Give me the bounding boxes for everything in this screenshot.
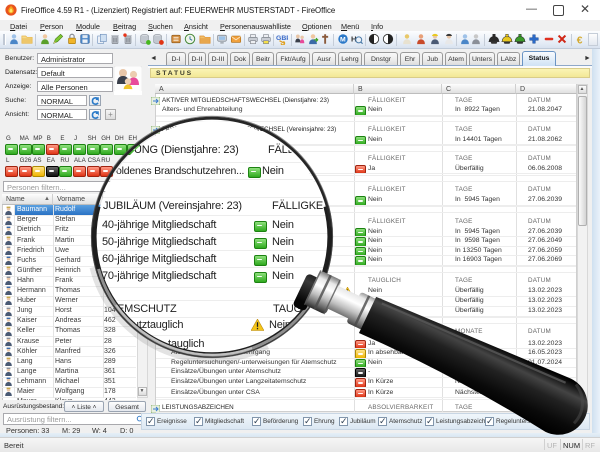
svg-text:GBP: GBP <box>276 35 288 42</box>
svg-text:M: M <box>340 37 346 44</box>
svg-text:€: € <box>577 35 583 45</box>
